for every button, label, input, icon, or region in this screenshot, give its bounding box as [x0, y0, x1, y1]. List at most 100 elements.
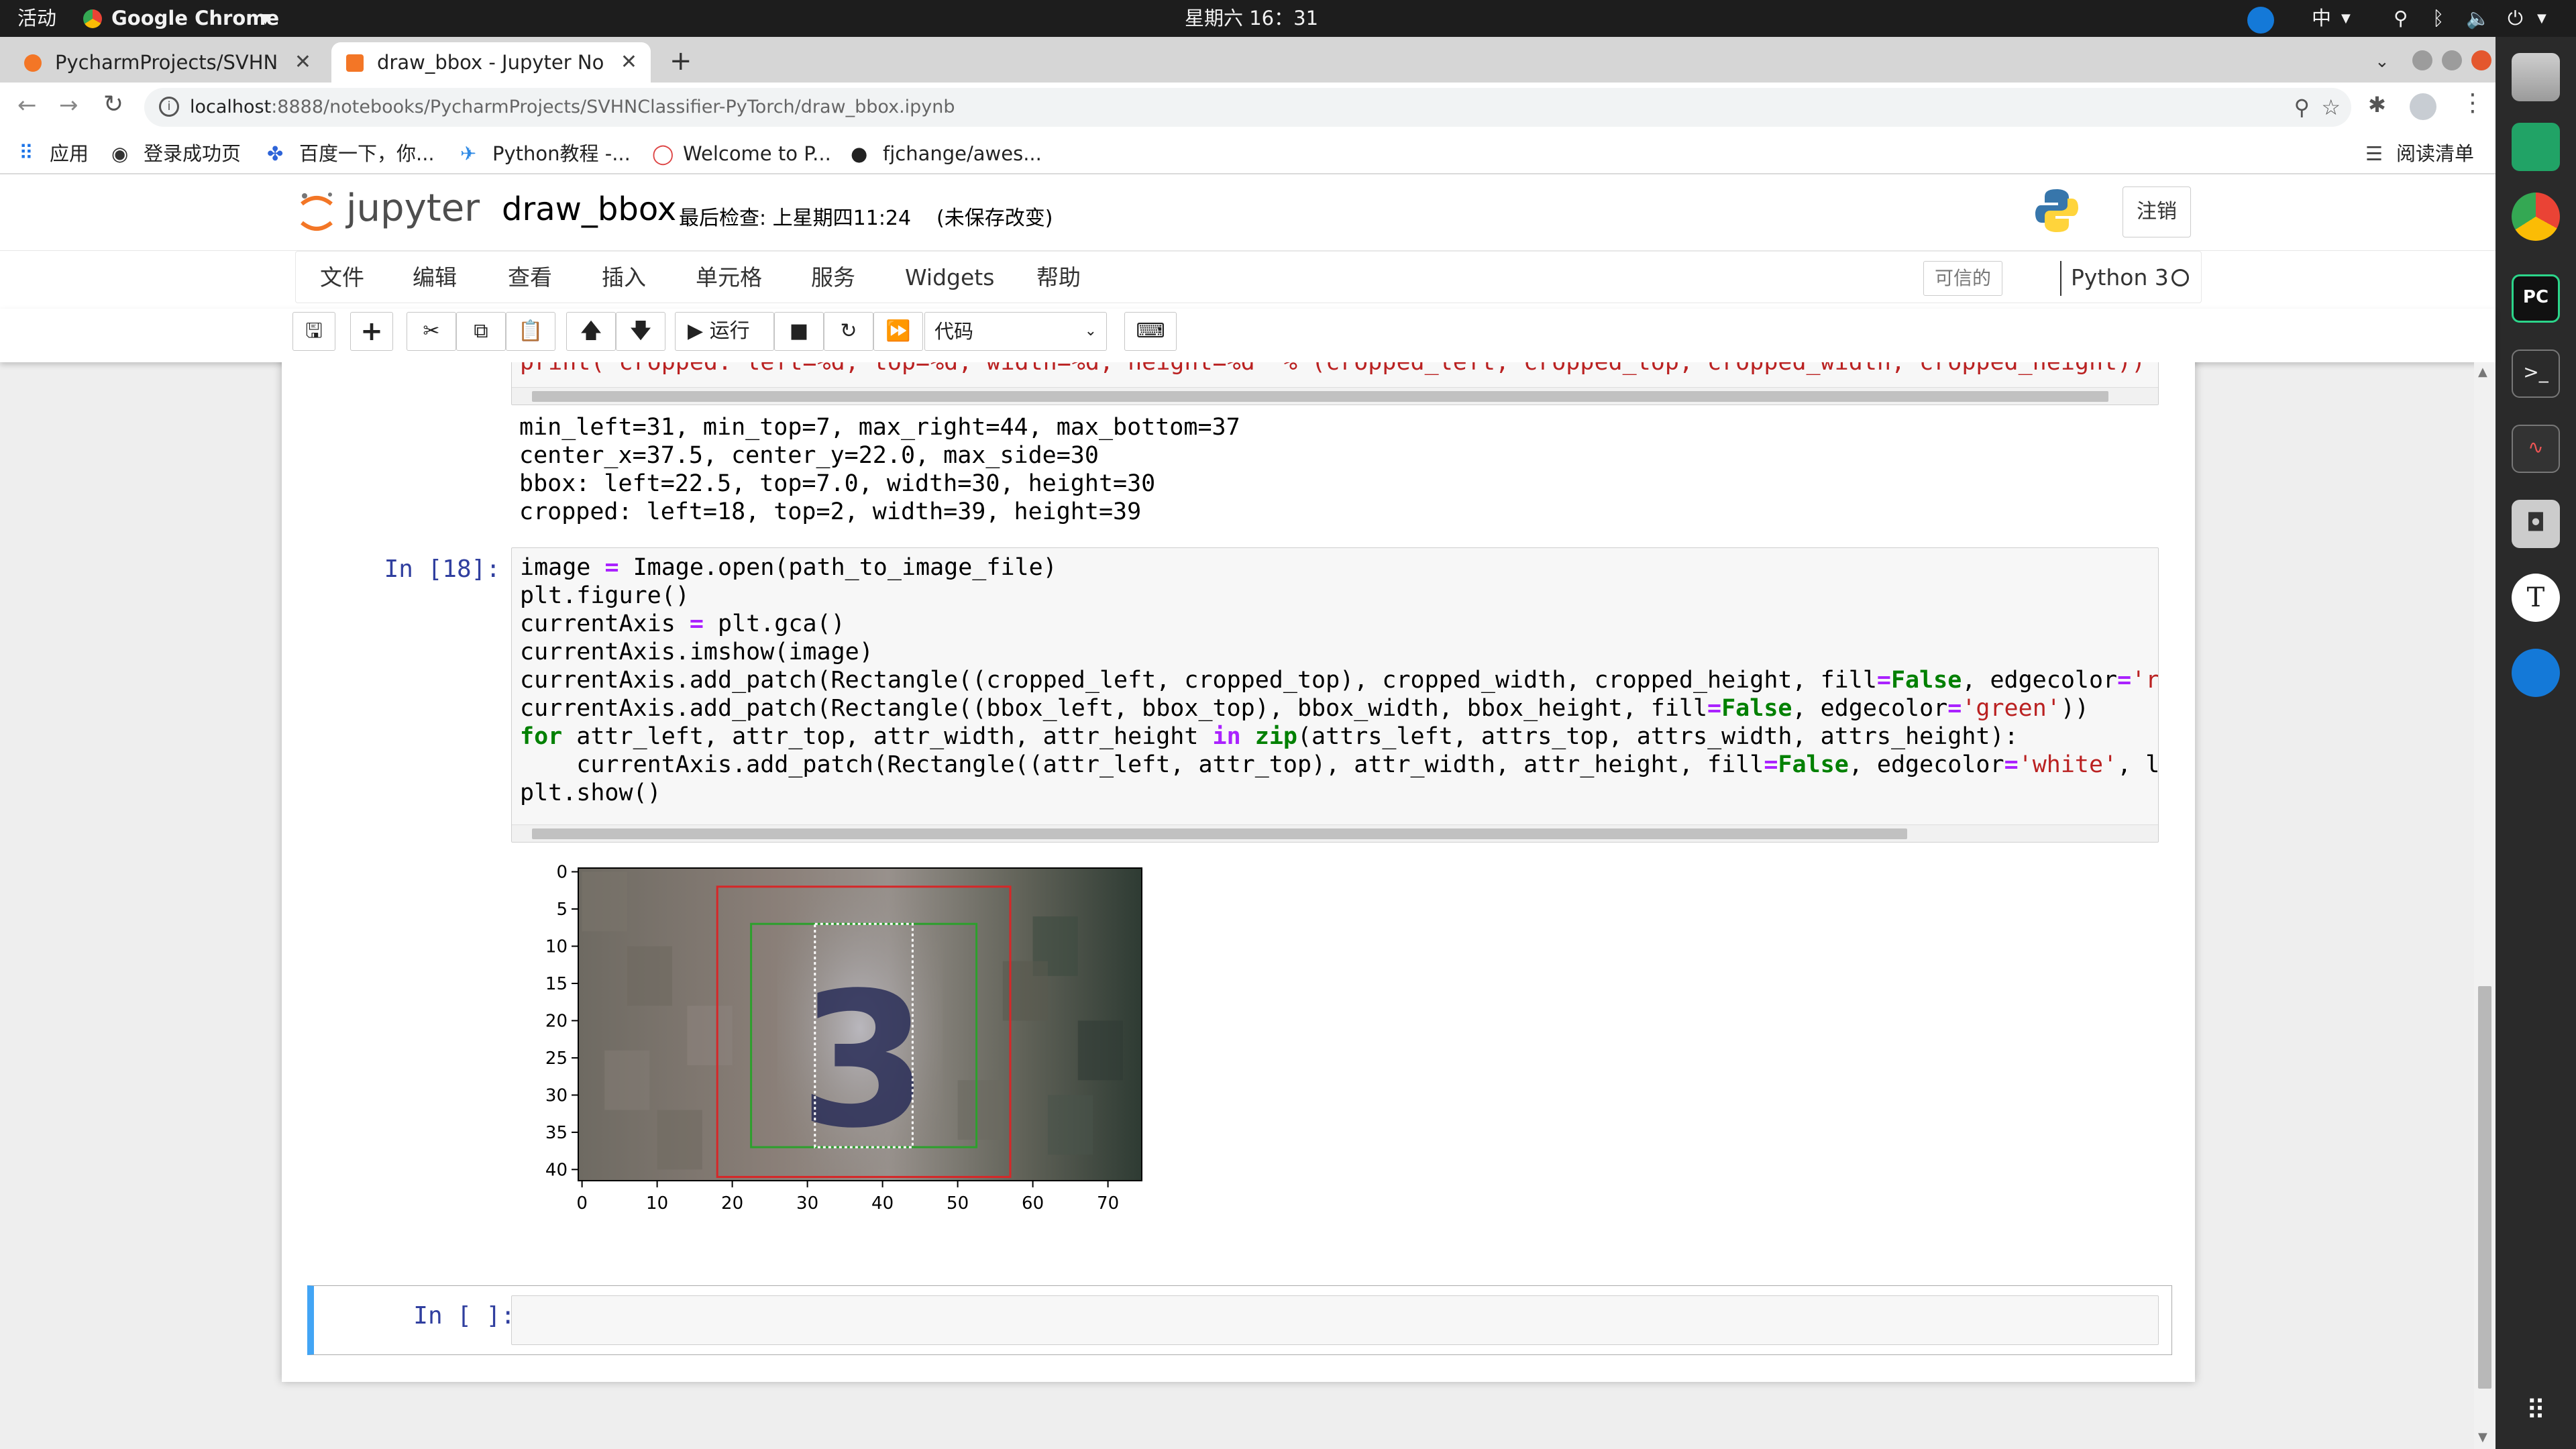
window-close-button[interactable] [2471, 50, 2491, 70]
scroll-up-icon[interactable]: ▲ [2478, 365, 2487, 379]
zoom-icon[interactable]: ⚲ [2294, 88, 2310, 127]
minimize-button[interactable] [2412, 50, 2432, 70]
menu-kernel[interactable]: 服务 [811, 252, 855, 304]
network-icon[interactable]: ⚲ [2394, 0, 2408, 37]
app-menu[interactable]: Google Chrome [111, 0, 279, 37]
notebook-tab-icon [346, 54, 364, 72]
reload-icon[interactable]: ↻ [103, 91, 123, 118]
x-tick-label: 60 [1022, 1193, 1044, 1214]
logout-button[interactable]: 注销 [2123, 186, 2191, 237]
close-icon[interactable]: ✕ [621, 42, 637, 83]
omnibox[interactable]: i localhost:8888/notebooks/PycharmProjec… [144, 88, 2351, 127]
kernel-idle-icon [2171, 269, 2189, 286]
show-apps-icon[interactable]: ⠿ [2512, 1387, 2560, 1435]
run-button[interactable]: ▶ 运行 [675, 312, 774, 351]
url-text[interactable]: localhost:8888/notebooks/PycharmProjects… [190, 88, 955, 127]
horizontal-scrollbar[interactable] [512, 824, 2158, 842]
empty-cell-input[interactable] [511, 1295, 2159, 1345]
teamviewer-tray-icon[interactable] [2247, 7, 2274, 34]
notebook-title[interactable]: draw_bbox [502, 191, 676, 228]
terminal-dock-icon[interactable]: >_ [2512, 350, 2560, 398]
stop-icon[interactable]: ■ [774, 312, 824, 351]
autosave-status: (未保存改变) [936, 207, 1053, 230]
tab-pycharm[interactable]: PycharmProjects/SVHNCl ✕ [9, 42, 325, 83]
bookmark-welcome[interactable]: Welcome to P... [683, 133, 831, 174]
new-tab-button[interactable]: + [669, 41, 692, 81]
copy-icon[interactable]: ⧉ [456, 312, 506, 351]
bluetooth-icon[interactable]: ᛒ [2432, 0, 2444, 37]
back-icon[interactable]: ← [17, 92, 37, 119]
system-monitor-icon[interactable]: ∿ [2512, 425, 2560, 473]
tab-draw-bbox[interactable]: draw_bbox - Jupyter Note ✕ [331, 42, 651, 83]
image-texture-block [687, 1006, 733, 1066]
activities-button[interactable]: 活动 [17, 0, 56, 37]
scrollbar-thumb[interactable] [2478, 986, 2491, 1389]
bookmark-login[interactable]: 登录成功页 [144, 133, 241, 174]
close-icon[interactable]: ✕ [294, 42, 311, 83]
menu-file[interactable]: 文件 [320, 252, 364, 304]
input-method-indicator[interactable]: 中 [2312, 0, 2331, 37]
bookmark-python-tutorial[interactable]: Python教程 -... [492, 133, 631, 174]
bookmark-apps[interactable]: 应用 [50, 133, 89, 174]
menu-cell[interactable]: 单元格 [696, 252, 762, 304]
scrollbar-thumb[interactable] [532, 828, 1907, 839]
reading-list-button[interactable]: 阅读清单 [2396, 133, 2474, 174]
cell-type-select[interactable]: 代码 ⌄ [924, 312, 1107, 351]
maximize-button[interactable] [2442, 50, 2462, 70]
globe-icon: ◉ [111, 142, 129, 165]
scroll-down-icon[interactable]: ▼ [2478, 1430, 2487, 1444]
chrome-dock-icon[interactable] [2512, 193, 2560, 241]
y-tick-label: 10 [545, 937, 568, 957]
previous-cell-input[interactable]: print('cropped: left=%d, top=%d, width=%… [511, 362, 2159, 405]
insert-cell-icon[interactable]: + [350, 312, 393, 351]
keyboard-icon[interactable]: ⌨ [1124, 312, 1177, 351]
menu-widgets[interactable]: Widgets [905, 252, 994, 304]
restart-icon[interactable]: ↻ [824, 312, 873, 351]
chevron-down-icon: ⌄ [1084, 323, 1097, 339]
info-icon[interactable]: i [159, 97, 179, 117]
paste-icon[interactable]: 📋 [506, 312, 555, 351]
forward-icon[interactable]: → [59, 92, 78, 119]
profile-avatar[interactable] [2410, 93, 2436, 120]
bookmark-star-icon[interactable]: ☆ [2321, 88, 2341, 127]
horizontal-scrollbar[interactable] [512, 387, 2158, 405]
bookmark-fjchange[interactable]: fjchange/awes... [883, 133, 1042, 174]
system-top-bar: 活动 Google Chrome ▼ 星期六 16：31 中 ▼ ⚲ ᛒ 🔈 ⏻… [0, 0, 2576, 37]
jupyter-tab-icon [24, 54, 42, 72]
scrollbar-thumb[interactable] [532, 391, 2108, 402]
spreadsheet-app-icon[interactable] [2512, 123, 2560, 171]
typora-dock-icon[interactable]: T [2512, 574, 2560, 622]
volume-icon[interactable]: 🔈 [2466, 0, 2490, 37]
clock[interactable]: 星期六 16：31 [1185, 0, 1318, 37]
cell-18-input[interactable]: image = Image.open(path_to_image_file) p… [511, 547, 2159, 843]
kernel-name[interactable]: Python 3 [2071, 252, 2169, 304]
move-down-icon[interactable]: 🡇 [616, 312, 665, 351]
teamviewer-dock-icon[interactable] [2512, 649, 2560, 697]
save-icon[interactable]: 🖫 [292, 312, 335, 351]
jupyter-logo-text[interactable]: jupyter [346, 186, 480, 230]
bookmark-baidu[interactable]: 百度一下，你... [299, 133, 435, 174]
chrome-app-icon [83, 9, 102, 28]
tab-search-icon[interactable]: ⌄ [2375, 45, 2390, 78]
jupyter-logo-icon[interactable] [297, 189, 337, 236]
kernel-divider [2060, 261, 2061, 296]
screenshot-app-icon[interactable]: ◘ [2512, 500, 2560, 548]
extensions-icon[interactable]: ✱ [2368, 92, 2386, 117]
cut-icon[interactable]: ✂ [407, 312, 456, 351]
empty-cell[interactable]: In [ ]: [307, 1285, 2172, 1355]
page-vertical-scrollbar[interactable]: ▲ ▼ [2474, 362, 2496, 1449]
cell-type-value: 代码 [934, 320, 974, 343]
files-app-icon[interactable] [2512, 53, 2560, 101]
trusted-indicator[interactable]: 可信的 [1923, 261, 2003, 296]
menu-help[interactable]: 帮助 [1036, 252, 1081, 304]
pycharm-dock-icon[interactable]: PC [2512, 274, 2560, 323]
move-up-icon[interactable]: 🡅 [566, 312, 616, 351]
menu-edit[interactable]: 编辑 [413, 252, 457, 304]
more-menu-icon[interactable]: ⋮ [2461, 89, 2485, 117]
restart-run-all-icon[interactable]: ⏩ [873, 312, 923, 351]
menu-insert[interactable]: 插入 [602, 252, 646, 304]
bookmarks-bar: ⠿ 应用 ◉ 登录成功页 ✤ 百度一下，你... ✈ Python教程 -...… [0, 133, 2496, 174]
code-line: currentAxis.add_patch(Rectangle((cropped… [520, 667, 2159, 694]
power-icon[interactable]: ⏻ [2508, 0, 2523, 37]
menu-view[interactable]: 查看 [508, 252, 552, 304]
